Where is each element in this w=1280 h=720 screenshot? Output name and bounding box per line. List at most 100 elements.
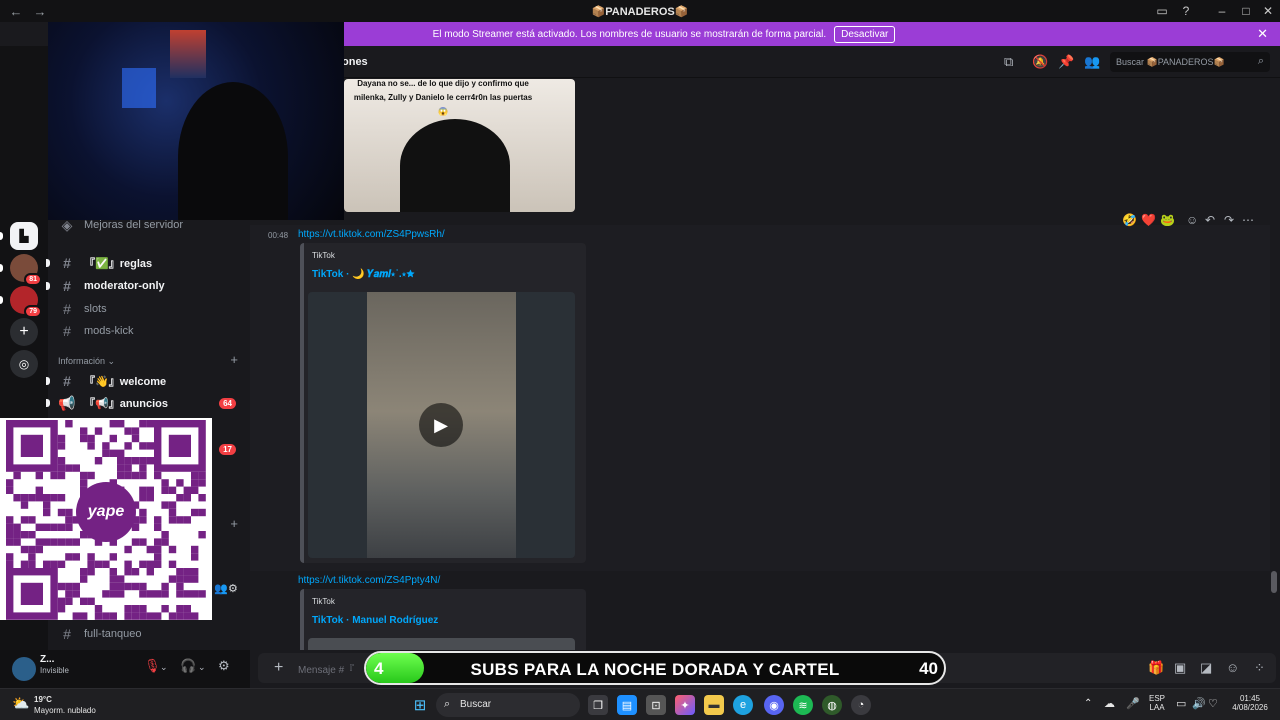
volume-icon[interactable]: 🔊 [1192, 697, 1206, 710]
gear-icon[interactable]: ⚙ [228, 582, 238, 595]
emoji-icon[interactable]: ☺ [1226, 660, 1239, 675]
channel-welcome[interactable]: # 『👋』welcome [46, 370, 248, 392]
qr-module [146, 494, 154, 502]
qr-module [87, 597, 95, 605]
channel-moderator-only[interactable]: # moderator-only [46, 275, 248, 297]
task-view-icon[interactable]: ❐ [588, 695, 608, 715]
deactivate-button[interactable]: Desactivar [834, 25, 896, 43]
play-icon[interactable]: ▶ [419, 403, 463, 447]
obs-icon[interactable]: ◔ [851, 695, 871, 715]
inbox-icon[interactable]: ▭ [1150, 0, 1174, 22]
invite-icon[interactable]: 👥 [214, 582, 228, 595]
reaction-rofl-icon[interactable]: 🤣 [1122, 213, 1137, 227]
qr-module [139, 538, 147, 546]
apps-icon[interactable]: ⁘ [1254, 660, 1265, 676]
server-icon[interactable]: 81 [10, 254, 42, 286]
discord-icon[interactable]: ◉ [764, 695, 784, 715]
notifications-muted-icon[interactable]: 🔕 [1032, 54, 1048, 70]
video-thumbnail[interactable] [308, 638, 575, 650]
mic-muted-icon[interactable]: 🎙 [144, 658, 161, 674]
notepad-icon[interactable]: ▤ [617, 695, 637, 715]
qr-module [35, 538, 43, 546]
server-icon-active[interactable]: ▙ [10, 222, 38, 250]
gif-icon[interactable]: ▣ [1174, 660, 1186, 676]
tray-chevron-icon[interactable]: ⌃ [1084, 698, 1092, 709]
channel-slots[interactable]: # slots [58, 298, 248, 320]
qr-module [176, 612, 184, 620]
search-input[interactable]: Buscar 📦PANADEROS📦 ⌕ [1110, 52, 1270, 72]
close-window-button[interactable]: ✕ [1256, 0, 1280, 22]
qr-module [198, 494, 206, 502]
network-icon[interactable]: ▭ [1176, 697, 1186, 710]
qr-module [109, 568, 117, 576]
onedrive-icon[interactable]: ☁ [1104, 697, 1115, 710]
add-channel-icon[interactable]: + [230, 516, 238, 531]
qr-module [161, 531, 169, 539]
battery-icon[interactable]: ♡ [1208, 697, 1218, 710]
chevron-down-icon[interactable]: ⌄ [160, 662, 168, 673]
back-arrow-icon[interactable]: ← [8, 4, 24, 19]
language-indicator[interactable]: ESP LAA [1146, 694, 1168, 712]
spotify-icon[interactable]: ≋ [793, 695, 813, 715]
explore-icon[interactable]: ◎ [10, 350, 38, 378]
headphones-icon[interactable]: 🎧 [180, 658, 196, 674]
video-thumbnail[interactable]: Dayana no se... de lo que dijo y confirm… [344, 79, 575, 212]
clock[interactable]: 01:45 4/08/2026 [1226, 694, 1274, 712]
threads-icon[interactable]: ⧉ [1004, 54, 1013, 70]
members-icon[interactable]: 👥 [1084, 54, 1100, 70]
streamer-silhouette [178, 82, 288, 220]
qr-module [176, 590, 184, 598]
category-header[interactable]: Información ⌄ [58, 356, 115, 367]
add-attachment-icon[interactable]: + [274, 659, 283, 677]
copilot-icon[interactable]: ✦ [675, 695, 695, 715]
maximize-button[interactable]: □ [1234, 0, 1258, 22]
edge-icon[interactable]: e [733, 695, 753, 715]
qr-module [124, 612, 132, 620]
add-channel-icon[interactable]: + [230, 352, 238, 367]
close-icon[interactable]: ✕ [1257, 26, 1268, 42]
message-link[interactable]: https://vt.tiktok.com/ZS4PpwsRh/ [298, 229, 445, 240]
message-link[interactable]: https://vt.tiktok.com/ZS4Ppty4N/ [298, 575, 440, 586]
sticker-icon[interactable]: ◪ [1200, 660, 1212, 676]
gift-icon[interactable]: 🎁 [1148, 660, 1164, 676]
embed-title[interactable]: TikTok · Manuel Rodríguez [312, 615, 438, 626]
scrollbar-thumb[interactable] [1271, 571, 1277, 593]
pin-icon[interactable]: 📌 [1058, 54, 1074, 70]
forward-arrow-icon[interactable]: → [32, 4, 48, 19]
add-reaction-icon[interactable]: ☺ [1186, 213, 1198, 227]
embed-title[interactable]: TikTok · 🌙 𝒀𝒂𝒎𝒊⋆˙.⋆✮ [312, 269, 415, 280]
hash-icon: # [63, 301, 71, 317]
channel-mods-kick[interactable]: # mods-kick [58, 320, 248, 342]
store-icon[interactable]: ⊡ [646, 695, 666, 715]
chevron-down-icon[interactable]: ⌄ [198, 662, 206, 673]
microphone-icon[interactable]: 🎤 [1126, 697, 1140, 710]
qr-module [87, 568, 95, 576]
qr-module [139, 516, 147, 524]
add-server-icon[interactable]: + [10, 318, 38, 346]
help-icon[interactable]: ? [1174, 0, 1198, 22]
scrollbar[interactable] [1271, 79, 1277, 650]
file-explorer-icon[interactable]: ▬ [704, 695, 724, 715]
video-thumbnail[interactable]: ▶ [308, 292, 575, 558]
channel-full-tanqueo[interactable]: # full-tanqueo [58, 623, 248, 645]
settings-gear-icon[interactable]: ⚙ [218, 658, 230, 674]
server-icon[interactable]: 79 [10, 286, 42, 318]
weather-icon[interactable]: ⛅ [12, 695, 29, 712]
reaction-frog-icon[interactable]: 🐸 [1160, 213, 1175, 227]
start-windows-icon[interactable]: ⊞ [410, 695, 430, 715]
mention-badge: 81 [24, 273, 42, 286]
avatar[interactable] [12, 657, 36, 681]
channel-reglas[interactable]: # 『✅』reglas [46, 252, 248, 274]
qr-module [65, 590, 73, 598]
qr-module [20, 531, 29, 539]
reply-icon[interactable]: ↶ [1205, 213, 1215, 227]
more-options-icon[interactable]: ⋯ [1242, 213, 1254, 227]
forward-icon[interactable]: ↷ [1224, 213, 1234, 227]
qr-module [198, 479, 206, 487]
channel-anuncios[interactable]: 📢 『📢』anuncios 64 [46, 392, 248, 414]
taskbar-search[interactable]: ⌕ Buscar [436, 693, 580, 717]
app-icon[interactable]: ◍ [822, 695, 842, 715]
minimize-button[interactable]: – [1210, 0, 1234, 22]
qr-module [50, 560, 58, 568]
reaction-heart-icon[interactable]: ❤️ [1141, 213, 1156, 227]
